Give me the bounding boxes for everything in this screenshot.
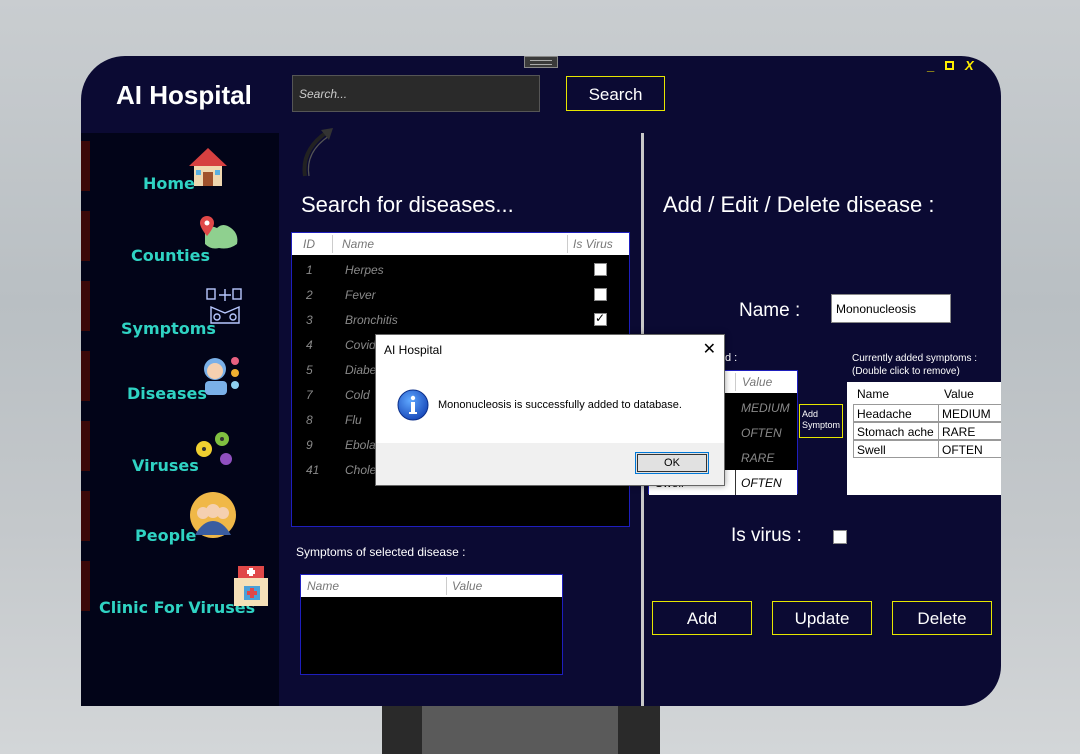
dialog-title: AI Hospital [384, 343, 443, 357]
cell-id: 3 [306, 313, 313, 327]
currently-added-label-line2: (Double click to remove) [852, 366, 960, 377]
message-dialog: AI Hospital ✕ Mononucleosis is successfu… [375, 334, 725, 486]
ok-button[interactable]: OK [635, 452, 709, 474]
cell-value: OFTEN [741, 476, 782, 490]
cell-id: 41 [306, 463, 320, 477]
cell-value: RARE [938, 422, 1001, 440]
cell-name: Fever [345, 288, 376, 302]
sidebar-item-symptoms[interactable]: Symptoms [81, 281, 279, 338]
search-input[interactable] [292, 75, 540, 112]
current-symptoms-table[interactable]: Name Value Headache MEDIUM Stomach ache RAR… [847, 382, 1001, 495]
sidebar: Home Counties Symptoms Diseases Viruses … [81, 133, 279, 706]
column-header-is-virus[interactable]: Is Virus [573, 237, 613, 251]
sidebar-item-counties[interactable]: Counties [81, 211, 279, 265]
is-virus-checkbox[interactable] [594, 288, 607, 301]
is-virus-checkbox[interactable] [594, 311, 607, 326]
cell-name: Herpes [345, 263, 384, 277]
sidebar-item-home[interactable]: Home [81, 141, 279, 193]
dialog-footer: OK [376, 443, 724, 485]
add-button[interactable]: Add [652, 601, 752, 635]
sidebar-item-viruses[interactable]: Viruses [81, 421, 279, 475]
cell-name: Flu [345, 413, 362, 427]
cell-name: Diabe [345, 363, 377, 377]
search-button[interactable]: Search [566, 76, 665, 111]
cell-id: 9 [306, 438, 313, 452]
sidebar-item-diseases[interactable]: Diseases [81, 351, 279, 403]
cell-value: OFTEN [938, 440, 1001, 458]
column-header-name[interactable]: Name [342, 237, 374, 251]
cell-value: MEDIUM [741, 401, 790, 415]
background-stand [382, 706, 660, 754]
add-symptom-button[interactable]: Add Symptom [799, 404, 843, 438]
table-row[interactable]: 3 Bronchitis [292, 307, 629, 332]
column-header-name[interactable]: Name [857, 387, 889, 401]
cell-name: Chole [345, 463, 377, 477]
clinic-icon [234, 566, 268, 606]
currently-added-label-line1: Currently added symptoms : [852, 353, 978, 364]
name-label: Name : [739, 300, 801, 321]
search-diseases-title: Search for diseases... [301, 192, 514, 217]
back-arrow-icon[interactable] [299, 128, 335, 180]
column-header-value[interactable]: Value [944, 387, 974, 401]
cell-id: 8 [306, 413, 313, 427]
column-header-value[interactable]: Value [742, 375, 772, 389]
sidebar-item-label: Viruses [132, 456, 199, 475]
selected-symptoms-table[interactable]: Name Value [300, 574, 563, 675]
delete-button[interactable]: Delete [892, 601, 992, 635]
sidebar-item-clinic-for-viruses[interactable]: Clinic For Viruses [81, 561, 279, 617]
sick-person-icon [204, 357, 239, 395]
cell-id: 7 [306, 388, 313, 402]
drag-grip[interactable] [524, 56, 558, 68]
table-row[interactable]: 1 Herpes [292, 257, 629, 282]
diseases-table-header: ID Name Is Virus [292, 233, 629, 255]
info-icon [397, 389, 429, 421]
app-title: AI Hospital [116, 80, 252, 110]
cell-value: OFTEN [741, 426, 782, 440]
house-icon [189, 148, 227, 186]
cell-name: Bronchitis [345, 313, 398, 327]
cell-name: Headache [853, 404, 939, 422]
dialog-close-button[interactable]: ✕ [703, 339, 716, 359]
cell-name: Ebola [345, 438, 376, 452]
is-virus-checkbox[interactable] [833, 530, 847, 544]
close-button[interactable]: X [965, 59, 974, 73]
cell-id: 5 [306, 363, 313, 377]
cell-value: RARE [741, 451, 775, 465]
cell-name: Swell [853, 440, 939, 458]
maximize-button[interactable] [945, 61, 954, 70]
cell-id: 1 [306, 263, 313, 277]
symptoms-of-selected-label: Symptoms of selected disease : [296, 545, 466, 559]
sidebar-item-label: Symptoms [121, 319, 216, 338]
map-pin-icon [200, 216, 238, 249]
cell-name: Covid [345, 338, 376, 352]
cell-id: 4 [306, 338, 313, 352]
virus-icon [196, 432, 232, 465]
is-virus-checkbox[interactable] [594, 263, 607, 276]
people-group-icon [190, 492, 236, 538]
cell-id: 2 [306, 288, 313, 302]
sidebar-item-label: People [135, 526, 197, 545]
table-row[interactable]: 2 Fever [292, 282, 629, 307]
cell-name: Stomach ache [853, 422, 939, 440]
cell-value: MEDIUM [938, 404, 1001, 422]
medical-symptoms-icon [206, 288, 242, 324]
sidebar-item-label: Diseases [127, 384, 207, 403]
column-header-value[interactable]: Value [452, 579, 482, 593]
available-symptoms-label: d : [725, 352, 738, 364]
add-edit-delete-title: Add / Edit / Delete disease : [663, 192, 935, 217]
is-virus-label: Is virus : [731, 525, 802, 546]
update-button[interactable]: Update [772, 601, 872, 635]
cell-name: Cold [345, 388, 370, 402]
minimize-button[interactable]: _ [927, 59, 934, 73]
dialog-message: Mononucleosis is successfully added to d… [438, 399, 682, 411]
selected-symptoms-header: Name Value [301, 575, 562, 597]
current-symptoms-header: Name Value [847, 382, 1001, 404]
sidebar-item-people[interactable]: People [81, 491, 279, 545]
disease-name-input[interactable] [831, 294, 951, 323]
currently-added-label: Currently added symptoms : (Double click… [852, 352, 977, 378]
column-header-name[interactable]: Name [307, 579, 339, 593]
column-header-id[interactable]: ID [303, 237, 315, 251]
